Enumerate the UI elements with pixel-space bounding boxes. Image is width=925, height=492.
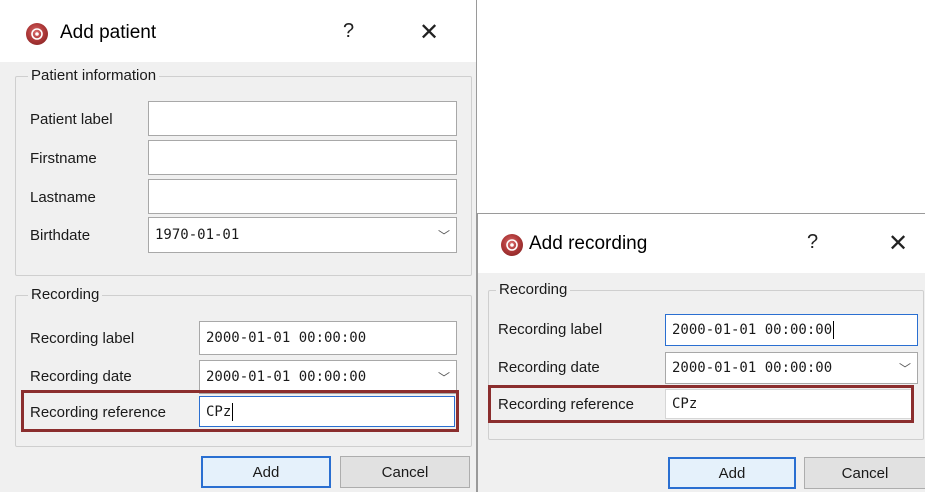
title-bar: Add patient ? ✕ <box>0 0 476 62</box>
recording-reference-label: Recording reference <box>498 396 634 413</box>
recording-group-title: Recording <box>28 286 103 303</box>
lastname-field[interactable] <box>148 179 457 214</box>
recording-reference-value: CPz <box>206 403 232 420</box>
close-icon[interactable]: ✕ <box>888 229 908 258</box>
recording-reference-field[interactable]: CPz <box>199 396 455 427</box>
recording-date-value: 2000-01-01 00:00:00 <box>206 369 367 385</box>
recording-reference-field[interactable]: CPz <box>665 389 913 419</box>
recording-reference-label: Recording reference <box>30 404 166 421</box>
text-caret <box>232 402 234 421</box>
patient-label-label: Patient label <box>30 111 113 128</box>
recording-date-value: 2000-01-01 00:00:00 <box>672 360 833 376</box>
help-button[interactable]: ? <box>807 231 818 254</box>
dialog-title: Add patient <box>60 22 157 43</box>
add-button[interactable]: Add <box>668 457 796 489</box>
patient-label-field[interactable] <box>148 101 457 136</box>
firstname-field[interactable] <box>148 140 457 175</box>
recording-date-select[interactable]: 2000-01-01 00:00:00 ﹀ <box>665 352 918 384</box>
recording-date-label: Recording date <box>498 359 600 376</box>
cancel-button[interactable]: Cancel <box>340 456 470 488</box>
recording-label-value: 2000-01-01 00:00:00 <box>672 322 833 338</box>
patient-information-title: Patient information <box>28 67 160 84</box>
recording-date-label: Recording date <box>30 368 132 385</box>
app-logo-icon <box>501 234 523 256</box>
chevron-down-icon: ﹀ <box>437 228 450 243</box>
recording-label-field[interactable]: 2000-01-01 00:00:00 <box>199 321 457 355</box>
chevron-down-icon: ﹀ <box>898 361 911 376</box>
close-icon[interactable]: ✕ <box>419 18 439 47</box>
firstname-label: Firstname <box>30 150 97 167</box>
recording-date-select[interactable]: 2000-01-01 00:00:00 ﹀ <box>199 360 457 394</box>
recording-label-field[interactable]: 2000-01-01 00:00:00 <box>665 314 918 346</box>
chevron-down-icon: ﹀ <box>437 370 450 385</box>
birthdate-value: 1970-01-01 <box>155 227 240 243</box>
dialog-title: Add recording <box>529 233 648 254</box>
birthdate-select[interactable]: 1970-01-01 ﹀ <box>148 217 457 253</box>
add-recording-dialog: Add recording ? ✕ Recording Recording la… <box>477 213 925 492</box>
app-logo-icon <box>26 23 48 45</box>
lastname-label: Lastname <box>30 189 96 206</box>
recording-reference-value: CPz <box>672 396 698 412</box>
recording-group-title: Recording <box>496 281 571 298</box>
add-button[interactable]: Add <box>201 456 331 488</box>
help-button[interactable]: ? <box>343 20 354 43</box>
add-patient-dialog: Add patient ? ✕ Patient information Pati… <box>0 0 477 492</box>
recording-label-label: Recording label <box>30 330 135 347</box>
recording-label-label: Recording label <box>498 321 603 338</box>
birthdate-label: Birthdate <box>30 227 91 244</box>
title-bar: Add recording ? ✕ <box>478 214 925 273</box>
text-caret <box>833 321 835 339</box>
cancel-button[interactable]: Cancel <box>804 457 925 489</box>
